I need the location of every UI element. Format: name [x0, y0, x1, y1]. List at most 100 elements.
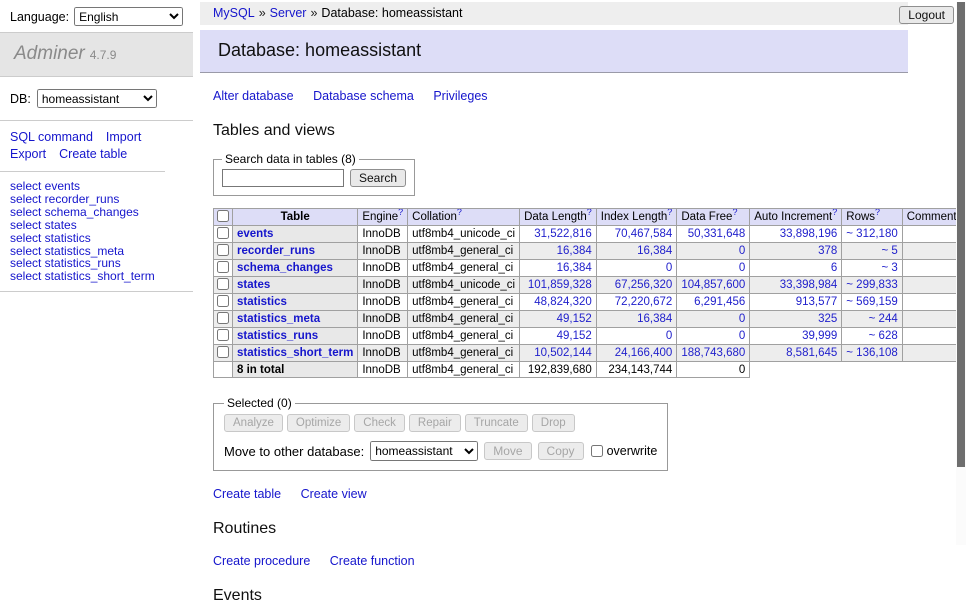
- row-checkbox[interactable]: [217, 261, 229, 273]
- logout-button[interactable]: Logout: [899, 6, 954, 24]
- rows-estimate-link[interactable]: ~ 312,180: [846, 228, 897, 240]
- rows-estimate-link[interactable]: ~ 3: [881, 262, 897, 274]
- move-button[interactable]: Move: [484, 442, 531, 460]
- data-free-link[interactable]: 188,743,680: [681, 347, 745, 359]
- help-link-rows[interactable]: ?: [875, 209, 880, 218]
- data-length-link[interactable]: 49,152: [557, 313, 592, 325]
- row-checkbox[interactable]: [217, 295, 229, 307]
- check-button[interactable]: Check: [354, 414, 405, 432]
- table-link-recorder-runs[interactable]: recorder_runs: [237, 245, 315, 257]
- data-free-link[interactable]: 6,291,456: [694, 296, 745, 308]
- overwrite-checkbox[interactable]: [591, 445, 603, 457]
- create-table-link[interactable]: Create table: [213, 487, 281, 501]
- sidebar-select-recorder-runs-link[interactable]: select recorder_runs: [10, 193, 183, 206]
- row-checkbox[interactable]: [217, 329, 229, 341]
- breadcrumb-link-server[interactable]: Server: [270, 6, 307, 20]
- move-db-select[interactable]: homeassistant: [370, 441, 478, 461]
- sidebar-select-states-link[interactable]: select states: [10, 219, 183, 232]
- rows-estimate-link[interactable]: ~ 299,833: [846, 279, 897, 291]
- data-free-link[interactable]: 0: [739, 262, 745, 274]
- analyze-button[interactable]: Analyze: [224, 414, 283, 432]
- table-link-statistics-meta[interactable]: statistics_meta: [237, 313, 320, 325]
- auto-increment-link[interactable]: 33,898,196: [780, 228, 838, 240]
- index-length-link[interactable]: 16,384: [637, 313, 672, 325]
- table-link-statistics[interactable]: statistics: [237, 296, 287, 308]
- help-link-auto-increment[interactable]: ?: [832, 209, 837, 218]
- index-length-link[interactable]: 0: [666, 330, 672, 342]
- row-checkbox[interactable]: [217, 278, 229, 290]
- table-link-statistics-runs[interactable]: statistics_runs: [237, 330, 318, 342]
- copy-button[interactable]: Copy: [538, 442, 584, 460]
- index-length-link[interactable]: 67,256,320: [615, 279, 673, 291]
- data-length-link[interactable]: 16,384: [557, 262, 592, 274]
- rows-estimate-link[interactable]: ~ 5: [881, 245, 897, 257]
- language-select[interactable]: English: [74, 7, 183, 26]
- data-free-link[interactable]: 104,857,600: [681, 279, 745, 291]
- data-length-link[interactable]: 101,859,328: [528, 279, 592, 291]
- help-link-index-length[interactable]: ?: [667, 209, 672, 218]
- row-checkbox[interactable]: [217, 227, 229, 239]
- data-free-link[interactable]: 0: [739, 330, 745, 342]
- help-link-data-length[interactable]: ?: [587, 209, 592, 218]
- truncate-button[interactable]: Truncate: [465, 414, 528, 432]
- data-length-link[interactable]: 31,522,816: [534, 228, 592, 240]
- index-length-link[interactable]: 16,384: [637, 245, 672, 257]
- index-length-link[interactable]: 72,220,672: [615, 296, 673, 308]
- auto-increment-link[interactable]: 6: [831, 262, 837, 274]
- alter-database-link[interactable]: Alter database: [213, 89, 294, 103]
- index-length-link[interactable]: 70,467,584: [615, 228, 673, 240]
- auto-increment-link[interactable]: 8,581,645: [786, 347, 837, 359]
- search-input[interactable]: [222, 169, 344, 187]
- auto-increment-link[interactable]: 33,398,984: [780, 279, 838, 291]
- privileges-link[interactable]: Privileges: [433, 89, 487, 103]
- row-checkbox[interactable]: [217, 244, 229, 256]
- table-link-states[interactable]: states: [237, 279, 270, 291]
- db-select[interactable]: homeassistant: [37, 89, 157, 108]
- sidebar-link-export[interactable]: Export: [10, 147, 46, 161]
- table-link-statistics-short-term[interactable]: statistics_short_term: [237, 347, 353, 359]
- auto-increment-link[interactable]: 325: [818, 313, 837, 325]
- data-length-link[interactable]: 49,152: [557, 330, 592, 342]
- sidebar-link-create-table[interactable]: Create table: [59, 147, 127, 161]
- vertical-scrollbar[interactable]: [956, 2, 966, 545]
- data-free-link[interactable]: 0: [739, 313, 745, 325]
- table-link-schema-changes[interactable]: schema_changes: [237, 262, 333, 274]
- help-link-collation[interactable]: ?: [457, 209, 462, 218]
- table-link-events[interactable]: events: [237, 228, 273, 240]
- search-button[interactable]: Search: [350, 169, 406, 187]
- data-free-link[interactable]: 50,331,648: [688, 228, 746, 240]
- repair-button[interactable]: Repair: [409, 414, 461, 432]
- auto-increment-link[interactable]: 378: [818, 245, 837, 257]
- data-length-link[interactable]: 10,502,144: [534, 347, 592, 359]
- sidebar-select-events-link[interactable]: select events: [10, 180, 183, 193]
- sidebar-link-import[interactable]: Import: [106, 130, 141, 144]
- row-checkbox[interactable]: [217, 346, 229, 358]
- drop-button[interactable]: Drop: [532, 414, 575, 432]
- sidebar-select-statistics-short-term-link[interactable]: select statistics_short_term: [10, 270, 183, 283]
- scrollbar-thumb[interactable]: [957, 2, 965, 467]
- auto-increment-link[interactable]: 39,999: [802, 330, 837, 342]
- sidebar-select-statistics-link[interactable]: select statistics: [10, 232, 183, 245]
- help-link-data-free[interactable]: ?: [732, 209, 737, 218]
- sidebar-select-schema-changes-link[interactable]: select schema_changes: [10, 206, 183, 219]
- rows-estimate-link[interactable]: ~ 569,159: [846, 296, 897, 308]
- data-free-link[interactable]: 0: [739, 245, 745, 257]
- data-length-link[interactable]: 16,384: [557, 245, 592, 257]
- database-schema-link[interactable]: Database schema: [313, 89, 414, 103]
- create-view-link[interactable]: Create view: [301, 487, 367, 501]
- index-length-link[interactable]: 24,166,400: [615, 347, 673, 359]
- sidebar-link-sql-command[interactable]: SQL command: [10, 130, 93, 144]
- breadcrumb-link-mysql[interactable]: MySQL: [213, 6, 255, 20]
- help-link-engine[interactable]: ?: [398, 209, 403, 218]
- rows-estimate-link[interactable]: ~ 244: [869, 313, 898, 325]
- select-all-checkbox[interactable]: [217, 210, 229, 222]
- optimize-button[interactable]: Optimize: [287, 414, 350, 432]
- auto-increment-link[interactable]: 913,577: [796, 296, 838, 308]
- create-function-link[interactable]: Create function: [330, 554, 415, 568]
- data-length-link[interactable]: 48,824,320: [534, 296, 592, 308]
- row-checkbox[interactable]: [217, 312, 229, 324]
- create-procedure-link[interactable]: Create procedure: [213, 554, 310, 568]
- rows-estimate-link[interactable]: ~ 136,108: [846, 347, 897, 359]
- index-length-link[interactable]: 0: [666, 262, 672, 274]
- rows-estimate-link[interactable]: ~ 628: [869, 330, 898, 342]
